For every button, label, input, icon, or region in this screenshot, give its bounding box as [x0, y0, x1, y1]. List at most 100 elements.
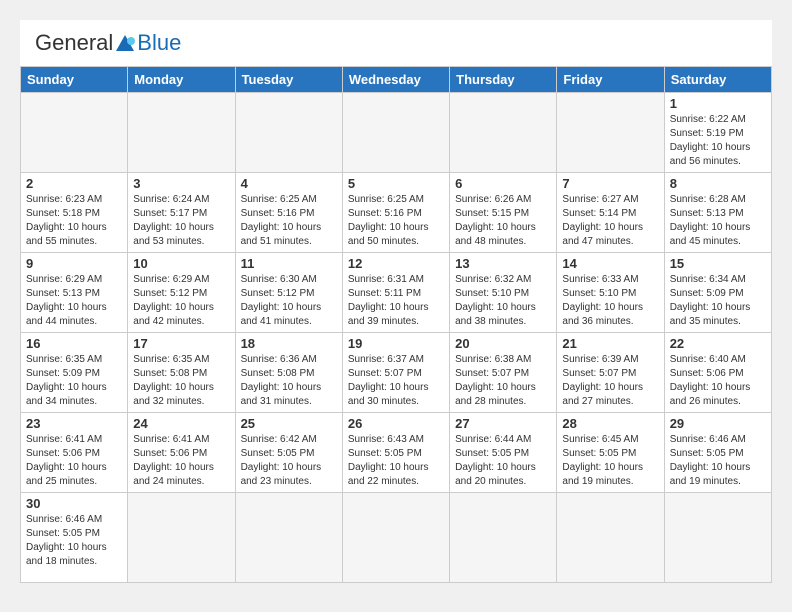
day-number-3: 3 — [133, 176, 229, 191]
day-number-19: 19 — [348, 336, 444, 351]
calendar-cell-19: 14 Sunrise: 6:33 AM Sunset: 5:10 PM Dayli… — [557, 253, 664, 333]
calendar-cell-39 — [450, 493, 557, 583]
calendar-cell-0 — [21, 93, 128, 173]
calendar-cell-32: 27Sunrise: 6:44 AM Sunset: 5:05 PM Dayli… — [450, 413, 557, 493]
day-info-16: Sunrise: 6:35 AM Sunset: 5:09 PM Dayligh… — [26, 353, 122, 409]
day-number-29: 29 — [670, 416, 766, 431]
day-number-28: 28 — [562, 416, 658, 431]
calendar-cell-40 — [557, 493, 664, 583]
day-number-15: 15 — [670, 256, 766, 271]
calendar-cell-29: 24 Sunrise: 6:41 AM Sunset: 5:06 PM Dayli… — [128, 413, 235, 493]
calendar-container: General Blue SundayMondayTuesdayWednesda… — [20, 20, 772, 583]
calendar-table: SundayMondayTuesdayWednesdayThursdayFrid… — [20, 66, 772, 583]
calendar-cell-2 — [235, 93, 342, 173]
calendar-row-4: 16 Sunrise: 6:35 AM Sunset: 5:09 PM Dayli… — [21, 333, 772, 413]
weekday-header-wednesday: Wednesday — [342, 67, 449, 93]
day-info-8: Sunrise: 6:28 AM Sunset: 5:13 PM Dayligh… — [670, 193, 766, 249]
calendar-cell-4 — [450, 93, 557, 173]
calendar-cell-37 — [235, 493, 342, 583]
day-number-4: 4 — [241, 176, 337, 191]
day-number-1: 1 — [670, 96, 766, 111]
weekday-header-sunday: Sunday — [21, 67, 128, 93]
calendar-cell-21: 16 Sunrise: 6:35 AM Sunset: 5:09 PM Dayli… — [21, 333, 128, 413]
calendar-cell-41 — [664, 493, 771, 583]
day-number-23: 23 — [26, 416, 122, 431]
day-number-13: 13 — [455, 256, 551, 271]
calendar-row-6: 30Sunrise: 6:46 AM Sunset: 5:05 PM Dayli… — [21, 493, 772, 583]
day-number-2: 2 — [26, 176, 122, 191]
day-number-17: 17 — [133, 336, 229, 351]
calendar-cell-27: 22 Sunrise: 6:40 AM Sunset: 5:06 PM Dayli… — [664, 333, 771, 413]
day-number-24: 24 — [133, 416, 229, 431]
calendar-cell-14: 9 Sunrise: 6:29 AM Sunset: 5:13 PM Daylig… — [21, 253, 128, 333]
calendar-cell-17: 12 Sunrise: 6:31 AM Sunset: 5:11 PM Dayli… — [342, 253, 449, 333]
day-number-20: 20 — [455, 336, 551, 351]
day-info-19: Sunrise: 6:37 AM Sunset: 5:07 PM Dayligh… — [348, 353, 444, 409]
day-number-12: 12 — [348, 256, 444, 271]
calendar-cell-6: 1 Sunrise: 6:22 AM Sunset: 5:19 PM Daylig… — [664, 93, 771, 173]
day-info-29: Sunrise: 6:46 AM Sunset: 5:05 PM Dayligh… — [670, 433, 766, 489]
day-info-3: Sunrise: 6:24 AM Sunset: 5:17 PM Dayligh… — [133, 193, 229, 249]
logo-general: General — [35, 30, 113, 56]
day-number-18: 18 — [241, 336, 337, 351]
calendar-cell-24: 19 Sunrise: 6:37 AM Sunset: 5:07 PM Dayli… — [342, 333, 449, 413]
day-info-1: Sunrise: 6:22 AM Sunset: 5:19 PM Dayligh… — [670, 113, 766, 169]
day-number-5: 5 — [348, 176, 444, 191]
calendar-cell-7: 2 Sunrise: 6:23 AM Sunset: 5:18 PM Daylig… — [21, 173, 128, 253]
logo: General Blue — [35, 30, 181, 56]
calendar-cell-26: 21Sunrise: 6:39 AM Sunset: 5:07 PM Dayli… — [557, 333, 664, 413]
calendar-cell-30: 25Sunrise: 6:42 AM Sunset: 5:05 PM Dayli… — [235, 413, 342, 493]
day-info-2: Sunrise: 6:23 AM Sunset: 5:18 PM Dayligh… — [26, 193, 122, 249]
weekday-header-friday: Friday — [557, 67, 664, 93]
calendar-cell-33: 28 Sunrise: 6:45 AM Sunset: 5:05 PM Dayli… — [557, 413, 664, 493]
calendar-cell-23: 18 Sunrise: 6:36 AM Sunset: 5:08 PM Dayli… — [235, 333, 342, 413]
day-info-22: Sunrise: 6:40 AM Sunset: 5:06 PM Dayligh… — [670, 353, 766, 409]
calendar-cell-3 — [342, 93, 449, 173]
day-number-9: 9 — [26, 256, 122, 271]
day-info-14: Sunrise: 6:33 AM Sunset: 5:10 PM Dayligh… — [562, 273, 658, 329]
logo-text: General Blue — [35, 30, 181, 56]
day-info-11: Sunrise: 6:30 AM Sunset: 5:12 PM Dayligh… — [241, 273, 337, 329]
calendar-cell-1 — [128, 93, 235, 173]
day-info-12: Sunrise: 6:31 AM Sunset: 5:11 PM Dayligh… — [348, 273, 444, 329]
calendar-cell-5 — [557, 93, 664, 173]
calendar-cell-35: 30Sunrise: 6:46 AM Sunset: 5:05 PM Dayli… — [21, 493, 128, 583]
calendar-row-2: 2 Sunrise: 6:23 AM Sunset: 5:18 PM Daylig… — [21, 173, 772, 253]
day-number-14: 14 — [562, 256, 658, 271]
calendar-cell-22: 17Sunrise: 6:35 AM Sunset: 5:08 PM Dayli… — [128, 333, 235, 413]
day-number-7: 7 — [562, 176, 658, 191]
weekday-header-monday: Monday — [128, 67, 235, 93]
day-info-9: Sunrise: 6:29 AM Sunset: 5:13 PM Dayligh… — [26, 273, 122, 329]
day-number-27: 27 — [455, 416, 551, 431]
calendar-row-1: 1 Sunrise: 6:22 AM Sunset: 5:19 PM Daylig… — [21, 93, 772, 173]
calendar-cell-38 — [342, 493, 449, 583]
calendar-row-5: 23 Sunrise: 6:41 AM Sunset: 5:06 PM Dayli… — [21, 413, 772, 493]
day-number-22: 22 — [670, 336, 766, 351]
day-info-28: Sunrise: 6:45 AM Sunset: 5:05 PM Dayligh… — [562, 433, 658, 489]
header: General Blue — [20, 20, 772, 61]
calendar-cell-20: 15 Sunrise: 6:34 AM Sunset: 5:09 PM Dayli… — [664, 253, 771, 333]
calendar-cell-16: 11Sunrise: 6:30 AM Sunset: 5:12 PM Dayli… — [235, 253, 342, 333]
calendar-cell-10: 5 Sunrise: 6:25 AM Sunset: 5:16 PM Daylig… — [342, 173, 449, 253]
weekday-header-saturday: Saturday — [664, 67, 771, 93]
calendar-cell-28: 23Sunrise: 6:41 AM Sunset: 5:06 PM Dayli… — [21, 413, 128, 493]
day-number-16: 16 — [26, 336, 122, 351]
calendar-cell-18: 13Sunrise: 6:32 AM Sunset: 5:10 PM Dayli… — [450, 253, 557, 333]
calendar-cell-34: 29 Sunrise: 6:46 AM Sunset: 5:05 PM Dayli… — [664, 413, 771, 493]
calendar-cell-9: 4 Sunrise: 6:25 AM Sunset: 5:16 PM Daylig… — [235, 173, 342, 253]
day-info-25: Sunrise: 6:42 AM Sunset: 5:05 PM Dayligh… — [241, 433, 337, 489]
day-number-10: 10 — [133, 256, 229, 271]
day-info-20: Sunrise: 6:38 AM Sunset: 5:07 PM Dayligh… — [455, 353, 551, 409]
day-number-30: 30 — [26, 496, 122, 511]
day-info-6: Sunrise: 6:26 AM Sunset: 5:15 PM Dayligh… — [455, 193, 551, 249]
calendar-cell-25: 20 Sunrise: 6:38 AM Sunset: 5:07 PM Dayli… — [450, 333, 557, 413]
day-info-24: Sunrise: 6:41 AM Sunset: 5:06 PM Dayligh… — [133, 433, 229, 489]
day-info-18: Sunrise: 6:36 AM Sunset: 5:08 PM Dayligh… — [241, 353, 337, 409]
calendar-cell-36 — [128, 493, 235, 583]
day-info-10: Sunrise: 6:29 AM Sunset: 5:12 PM Dayligh… — [133, 273, 229, 329]
day-info-4: Sunrise: 6:25 AM Sunset: 5:16 PM Dayligh… — [241, 193, 337, 249]
calendar-cell-11: 6Sunrise: 6:26 AM Sunset: 5:15 PM Daylig… — [450, 173, 557, 253]
day-info-15: Sunrise: 6:34 AM Sunset: 5:09 PM Dayligh… — [670, 273, 766, 329]
day-info-26: Sunrise: 6:43 AM Sunset: 5:05 PM Dayligh… — [348, 433, 444, 489]
day-info-5: Sunrise: 6:25 AM Sunset: 5:16 PM Dayligh… — [348, 193, 444, 249]
